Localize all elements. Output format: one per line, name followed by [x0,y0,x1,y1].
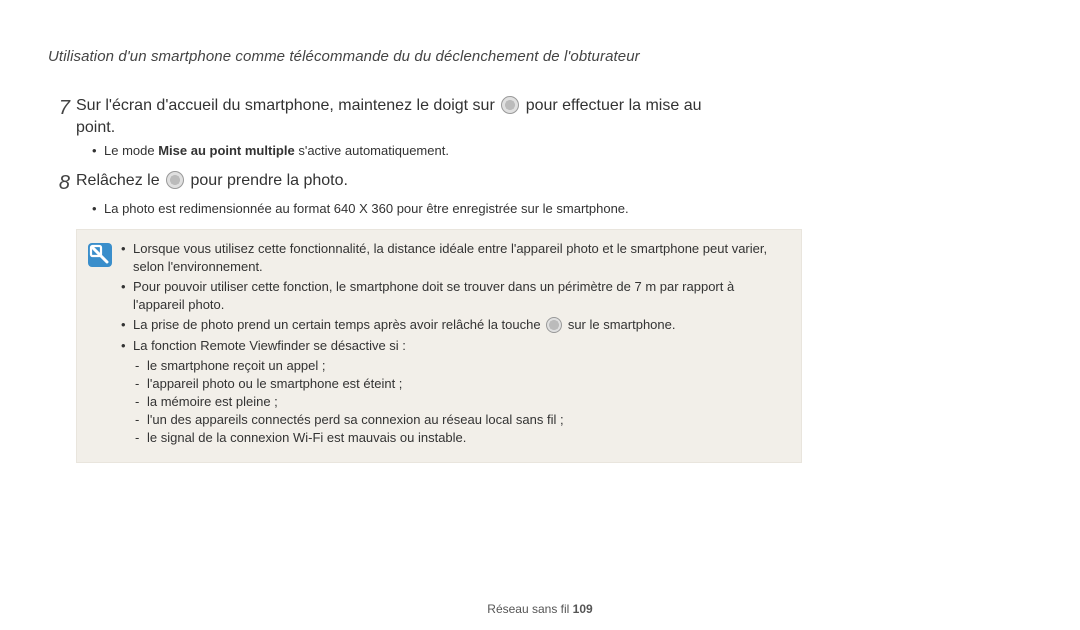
text-fragment: s'active automatiquement. [295,143,449,158]
text-fragment: Le mode [104,143,158,158]
text-bold: Mise au point multiple [158,143,295,158]
list-item: La prise de photo prend un certain temps… [121,316,787,334]
list-item: La fonction Remote Viewfinder se désacti… [121,337,787,448]
step-number: 8 [48,170,70,196]
list-item: le signal de la connexion Wi-Fi est mauv… [133,429,787,447]
note-box: Lorsque vous utilisez cette fonctionnali… [76,229,802,463]
step-8-sublist: La photo est redimensionnée au format 64… [48,200,752,218]
text-fragment: La prise de photo prend un certain temps… [133,317,544,332]
shutter-icon [546,317,562,333]
shutter-icon [501,96,519,114]
list-item: la mémoire est pleine ; [133,393,787,411]
step-7-sublist: Le mode Mise au point multiple s'active … [48,142,752,160]
shutter-icon [166,171,184,189]
list-item: La photo est redimensionnée au format 64… [92,200,752,218]
step-number: 7 [48,95,70,121]
note-content: Lorsque vous utilisez cette fonctionnali… [121,240,787,450]
list-item: Pour pouvoir utiliser cette fonction, le… [121,278,787,314]
page-number: 109 [573,602,593,616]
note-icon [87,242,113,268]
list-item: Le mode Mise au point multiple s'active … [92,142,752,160]
list-item: l'appareil photo ou le smartphone est ét… [133,375,787,393]
page-header: Utilisation d'un smartphone comme téléco… [48,48,1032,65]
text-fragment: sur le smartphone. [564,317,675,332]
text-fragment: Sur l'écran d'accueil du smartphone, mai… [76,97,499,114]
page-footer: Réseau sans fil 109 [0,602,1080,616]
text-fragment: La fonction Remote Viewfinder se désacti… [133,338,406,353]
step-text: Relâchez le pour prendre la photo. [76,170,348,192]
step-7: 7 Sur l'écran d'accueil du smartphone, m… [48,95,1032,138]
footer-section: Réseau sans fil [487,602,572,616]
list-item: le smartphone reçoit un appel ; [133,357,787,375]
step-8: 8 Relâchez le pour prendre la photo. [48,170,1032,196]
list-item: l'un des appareils connectés perd sa con… [133,411,787,429]
manual-page: Utilisation d'un smartphone comme téléco… [0,0,1080,630]
text-fragment: Relâchez le [76,172,164,189]
list-item: Lorsque vous utilisez cette fonctionnali… [121,240,787,276]
text-fragment: pour prendre la photo. [191,172,348,189]
step-text: Sur l'écran d'accueil du smartphone, mai… [76,95,736,138]
